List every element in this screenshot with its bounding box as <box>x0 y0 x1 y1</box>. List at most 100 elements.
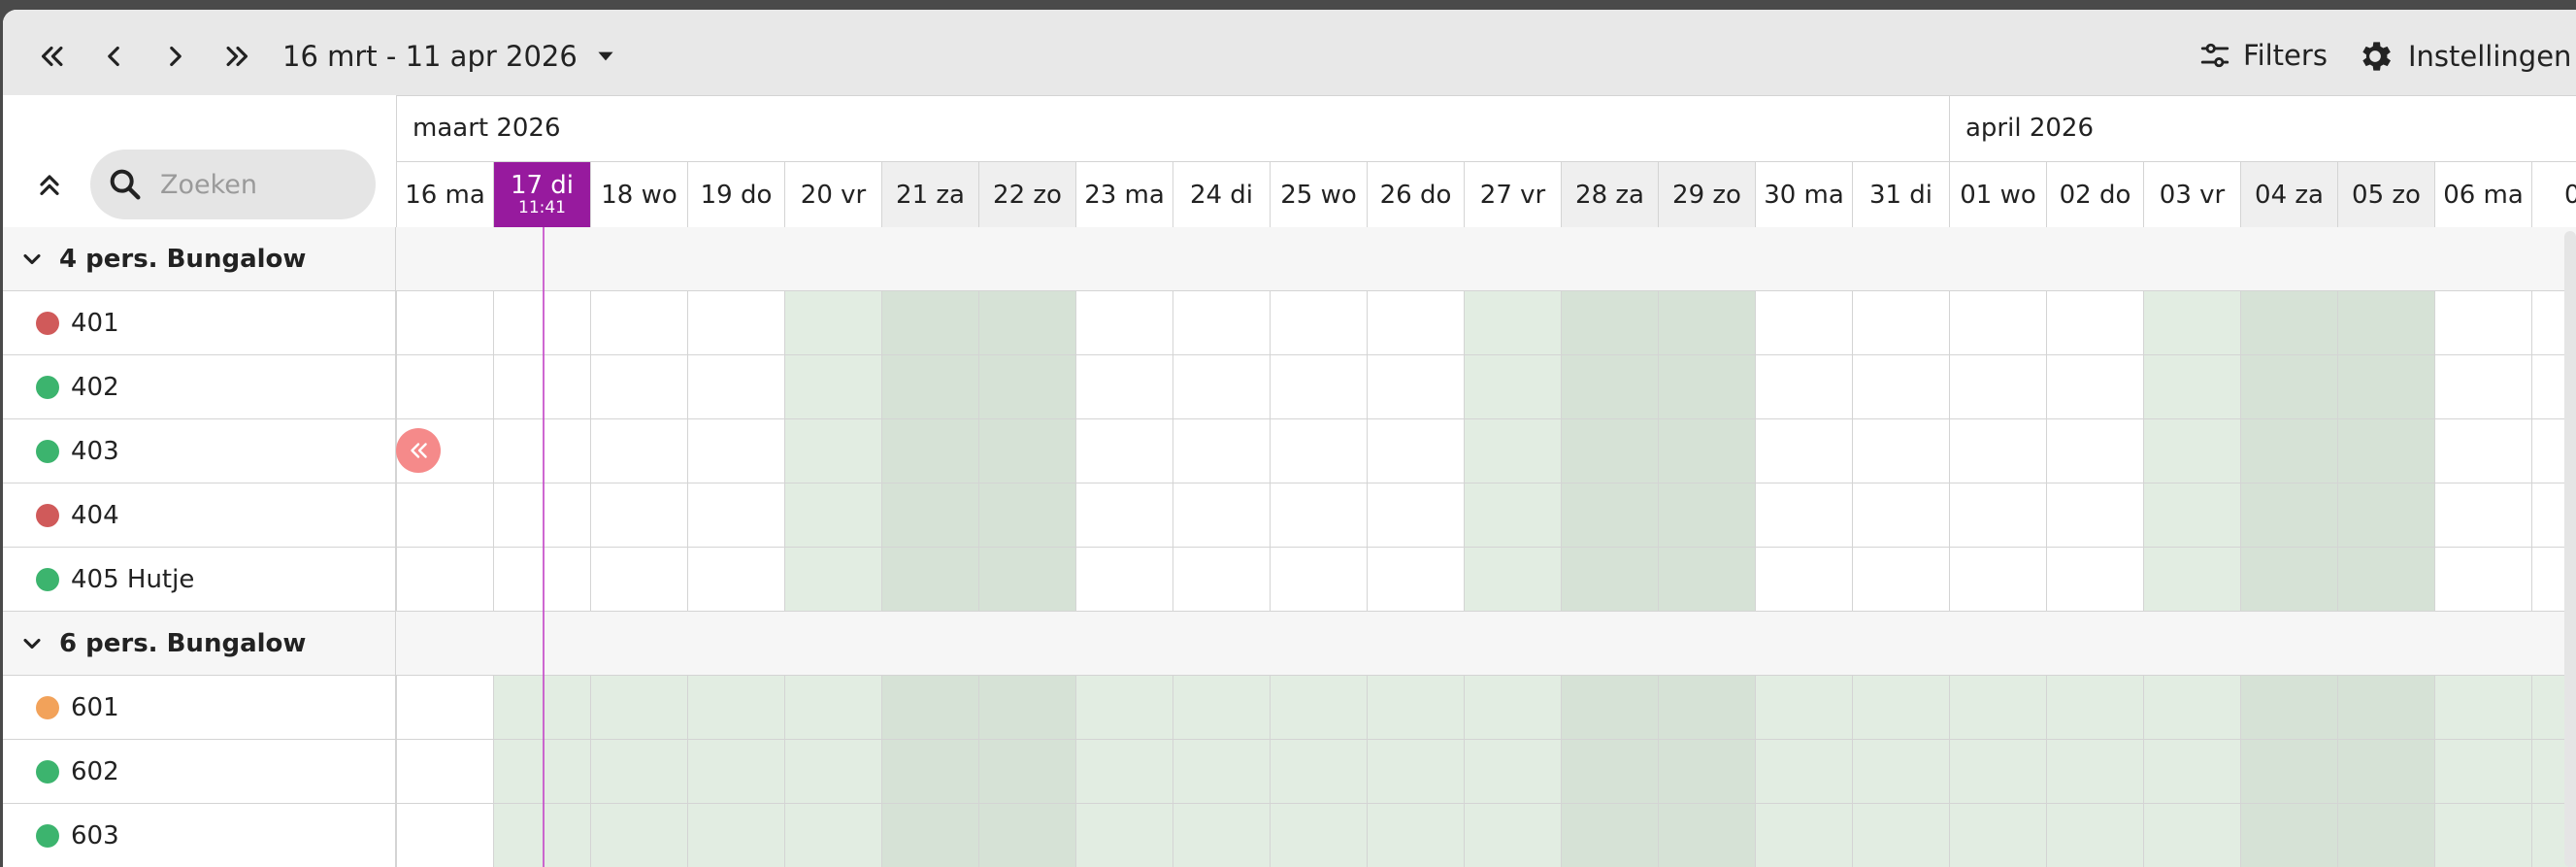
calendar-cell[interactable] <box>784 355 881 418</box>
calendar-cell[interactable] <box>1172 676 1270 739</box>
calendar-cell[interactable] <box>687 484 784 547</box>
day-header[interactable]: 23 ma <box>1075 161 1172 227</box>
calendar-cell[interactable] <box>978 419 1075 483</box>
calendar-cell[interactable] <box>493 676 590 739</box>
calendar-cell[interactable] <box>2434 419 2531 483</box>
calendar-cell[interactable] <box>1852 548 1949 611</box>
group-row[interactable]: 4 pers. Bungalow <box>3 227 2576 291</box>
calendar-cell[interactable] <box>1755 548 1852 611</box>
day-header-today[interactable]: 17 di 11:41 <box>493 161 590 227</box>
day-header[interactable]: 19 do <box>687 161 784 227</box>
day-header[interactable]: 27 vr <box>1464 161 1561 227</box>
day-header[interactable]: 16 ma <box>396 161 493 227</box>
day-header[interactable]: 29 zo <box>1658 161 1755 227</box>
calendar-cell[interactable] <box>2046 484 2143 547</box>
calendar-cell[interactable] <box>1464 548 1561 611</box>
calendar-cell[interactable] <box>1172 291 1270 354</box>
calendar-cell[interactable] <box>687 804 784 867</box>
calendar-cell[interactable] <box>2046 740 2143 803</box>
calendar-cell[interactable] <box>881 484 978 547</box>
calendar-cell[interactable] <box>1949 804 2046 867</box>
calendar-cell[interactable] <box>1949 355 2046 418</box>
calendar-cell[interactable] <box>1464 804 1561 867</box>
calendar-cell[interactable] <box>1755 740 1852 803</box>
calendar-cell[interactable] <box>2046 804 2143 867</box>
unit-header[interactable]: 404 <box>3 484 396 547</box>
calendar-cell[interactable] <box>1270 548 1367 611</box>
calendar-cell[interactable] <box>396 484 493 547</box>
calendar-cell[interactable] <box>1172 548 1270 611</box>
calendar-cell[interactable] <box>2240 291 2337 354</box>
calendar-cell[interactable] <box>1270 740 1367 803</box>
calendar-cell[interactable] <box>396 740 493 803</box>
calendar-cell[interactable] <box>1561 355 1658 418</box>
group-row[interactable]: 6 pers. Bungalow <box>3 612 2576 676</box>
calendar-cell[interactable] <box>881 804 978 867</box>
calendar-cell[interactable] <box>1075 548 1172 611</box>
calendar-cell[interactable] <box>784 419 881 483</box>
calendar-cell[interactable] <box>2143 548 2240 611</box>
calendar-cell[interactable] <box>493 419 590 483</box>
calendar-cell[interactable] <box>2240 804 2337 867</box>
calendar-cell[interactable] <box>978 484 1075 547</box>
calendar-cell[interactable] <box>493 548 590 611</box>
day-header[interactable]: 05 zo <box>2337 161 2434 227</box>
calendar-cell[interactable] <box>2143 676 2240 739</box>
calendar-cell[interactable] <box>1852 355 1949 418</box>
previous-button[interactable] <box>86 31 141 82</box>
day-header[interactable]: 30 ma <box>1755 161 1852 227</box>
calendar-cell[interactable] <box>978 291 1075 354</box>
calendar-cell[interactable] <box>2046 548 2143 611</box>
calendar-cell[interactable] <box>1075 419 1172 483</box>
calendar-cell[interactable] <box>1755 355 1852 418</box>
calendar-cell[interactable] <box>1658 548 1755 611</box>
calendar-cell[interactable] <box>881 740 978 803</box>
calendar-cell[interactable] <box>687 419 784 483</box>
day-header[interactable]: 20 vr <box>784 161 881 227</box>
calendar-cell[interactable] <box>493 740 590 803</box>
calendar-cell[interactable] <box>1367 740 1464 803</box>
day-header[interactable]: 22 zo <box>978 161 1075 227</box>
calendar-cell[interactable] <box>1561 740 1658 803</box>
calendar-cell[interactable] <box>1464 291 1561 354</box>
calendar-cell[interactable] <box>784 548 881 611</box>
day-header[interactable]: 21 za <box>881 161 978 227</box>
calendar-cell[interactable] <box>2434 291 2531 354</box>
calendar-cell[interactable] <box>1075 740 1172 803</box>
calendar-cell[interactable] <box>2143 740 2240 803</box>
group-header[interactable]: 4 pers. Bungalow <box>3 227 396 290</box>
collapse-all-button[interactable] <box>30 165 69 204</box>
calendar-cell[interactable] <box>2337 291 2434 354</box>
calendar-cell[interactable] <box>881 548 978 611</box>
calendar-cell[interactable] <box>2337 355 2434 418</box>
calendar-cell[interactable] <box>1852 484 1949 547</box>
calendar-cell[interactable] <box>1949 548 2046 611</box>
calendar-cell[interactable] <box>1270 355 1367 418</box>
calendar-cell[interactable] <box>1561 548 1658 611</box>
calendar-cell[interactable] <box>2143 804 2240 867</box>
calendar-cell[interactable] <box>978 548 1075 611</box>
calendar-cell[interactable] <box>590 419 687 483</box>
calendar-cell[interactable] <box>1755 676 1852 739</box>
day-header[interactable]: 24 di <box>1172 161 1270 227</box>
calendar-cell[interactable] <box>1755 291 1852 354</box>
calendar-cell[interactable] <box>1852 804 1949 867</box>
calendar-cell[interactable] <box>2434 548 2531 611</box>
calendar-cell[interactable] <box>687 548 784 611</box>
calendar-cell[interactable] <box>2434 355 2531 418</box>
calendar-cell[interactable] <box>881 355 978 418</box>
first-page-button[interactable] <box>24 31 79 82</box>
date-range-selector[interactable]: 16 mrt - 11 apr 2026 <box>282 33 618 80</box>
calendar-cell[interactable] <box>1561 484 1658 547</box>
calendar-cell[interactable] <box>590 355 687 418</box>
day-header[interactable]: 02 do <box>2046 161 2143 227</box>
calendar-cell[interactable] <box>396 355 493 418</box>
vertical-scrollbar[interactable] <box>2564 231 2576 867</box>
unit-header[interactable]: 405 Hutje <box>3 548 396 611</box>
calendar-cell[interactable] <box>2046 419 2143 483</box>
calendar-cell[interactable] <box>493 804 590 867</box>
calendar-cell[interactable] <box>2337 548 2434 611</box>
calendar-cell[interactable] <box>1852 740 1949 803</box>
calendar-cell[interactable] <box>1075 676 1172 739</box>
calendar-cell[interactable] <box>2434 740 2531 803</box>
